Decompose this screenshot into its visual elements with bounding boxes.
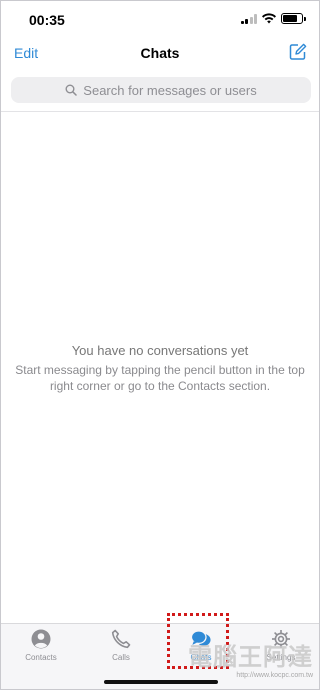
home-indicator	[104, 680, 218, 684]
header-divider	[1, 111, 319, 112]
tab-contacts-label: Contacts	[25, 653, 57, 662]
search-input[interactable]: Search for messages or users	[11, 77, 311, 103]
search-placeholder: Search for messages or users	[83, 82, 257, 98]
empty-state: You have no conversations yet Start mess…	[1, 343, 319, 394]
empty-state-description: Start messaging by tapping the pencil bu…	[15, 363, 305, 393]
status-bar: 00:35	[1, 1, 319, 37]
wifi-icon	[262, 13, 276, 24]
watermark: 電腦王阿達 http://www.kocpc.com.tw	[188, 637, 313, 679]
battery-level	[283, 15, 298, 22]
page-title: Chats	[140, 45, 180, 61]
signal-icon	[240, 13, 257, 24]
watermark-logo: 電腦王阿達	[188, 644, 313, 671]
watermark-url: http://www.kocpc.com.tw	[236, 672, 313, 679]
phone-icon	[111, 629, 131, 649]
tab-calls[interactable]: Calls	[81, 624, 161, 672]
search-icon	[65, 84, 78, 96]
status-icons	[240, 13, 306, 24]
navigation-bar: Edit Chats	[1, 37, 319, 73]
battery-icon	[281, 13, 306, 24]
tab-calls-label: Calls	[112, 653, 130, 662]
status-time: 00:35	[29, 12, 65, 28]
contacts-icon	[31, 629, 51, 649]
compose-icon[interactable]	[289, 43, 307, 61]
empty-state-title: You have no conversations yet	[71, 343, 249, 358]
tab-contacts[interactable]: Contacts	[1, 624, 81, 672]
chats-screen: 00:35 Edit Chats Search for messages or …	[0, 0, 320, 690]
